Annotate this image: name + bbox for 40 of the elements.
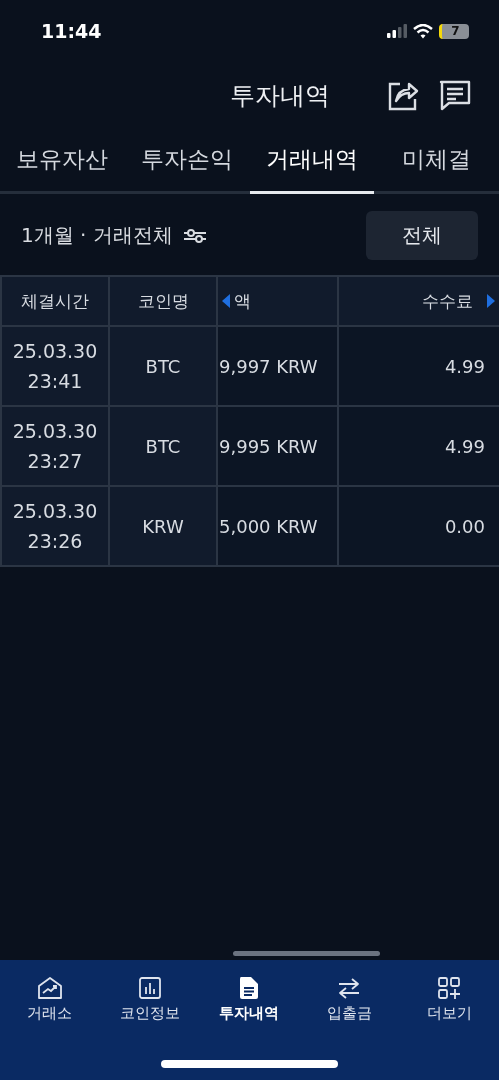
tab[interactable]: 미체결	[374, 128, 499, 194]
column-header: 코인명	[110, 277, 216, 325]
table-cell: BTC	[110, 407, 216, 485]
scroll-left-icon[interactable]	[222, 294, 230, 308]
nav-item[interactable]: 입출금	[299, 976, 400, 1023]
filter-summary[interactable]: 1개월 · 거래전체	[21, 222, 173, 249]
table-cell: 4.99	[339, 407, 499, 485]
column-header: 체결시간	[2, 277, 108, 325]
column-header: 액	[234, 289, 251, 313]
column-header: 수수료	[422, 289, 473, 313]
table-cell: 9,997 KRW	[218, 327, 337, 405]
table-cell: 0.00	[339, 487, 499, 565]
time-cell: 25.03.30 23:41	[2, 327, 108, 405]
tab[interactable]: 거래내역	[249, 128, 375, 194]
time-cell: 25.03.30 23:26	[2, 487, 108, 565]
grid-plus-icon	[437, 976, 462, 1000]
table-cell: KRW	[110, 487, 216, 565]
document-icon	[238, 976, 261, 1000]
table-cell: 4.99	[339, 327, 499, 405]
tab[interactable]: 투자손익	[124, 128, 250, 194]
signal-icon	[387, 24, 407, 38]
nav-item[interactable]: 투자내역	[199, 976, 300, 1023]
table-cell: BTC	[110, 327, 216, 405]
table-cell: 5,000 KRW	[218, 487, 337, 565]
tab[interactable]: 보유자산	[0, 128, 125, 194]
page-title: 투자내역	[228, 79, 330, 112]
battery-icon: 7	[439, 23, 469, 39]
table-cell: 9,995 KRW	[218, 407, 337, 485]
wifi-icon	[413, 23, 433, 39]
scroll-right-icon[interactable]	[487, 294, 495, 308]
message-icon[interactable]	[439, 79, 471, 111]
nav-item[interactable]: 더보기	[399, 976, 499, 1023]
nav-item[interactable]: 코인정보	[99, 976, 200, 1023]
nav-item[interactable]: 거래소	[0, 976, 100, 1023]
time-cell: 25.03.30 23:27	[2, 407, 108, 485]
bar-chart-icon	[137, 976, 162, 1000]
filter-sliders-icon[interactable]	[182, 228, 207, 243]
all-button[interactable]: 전체	[366, 211, 478, 260]
clock-time: 11:44	[41, 20, 102, 42]
house-chart-icon	[36, 976, 63, 1000]
